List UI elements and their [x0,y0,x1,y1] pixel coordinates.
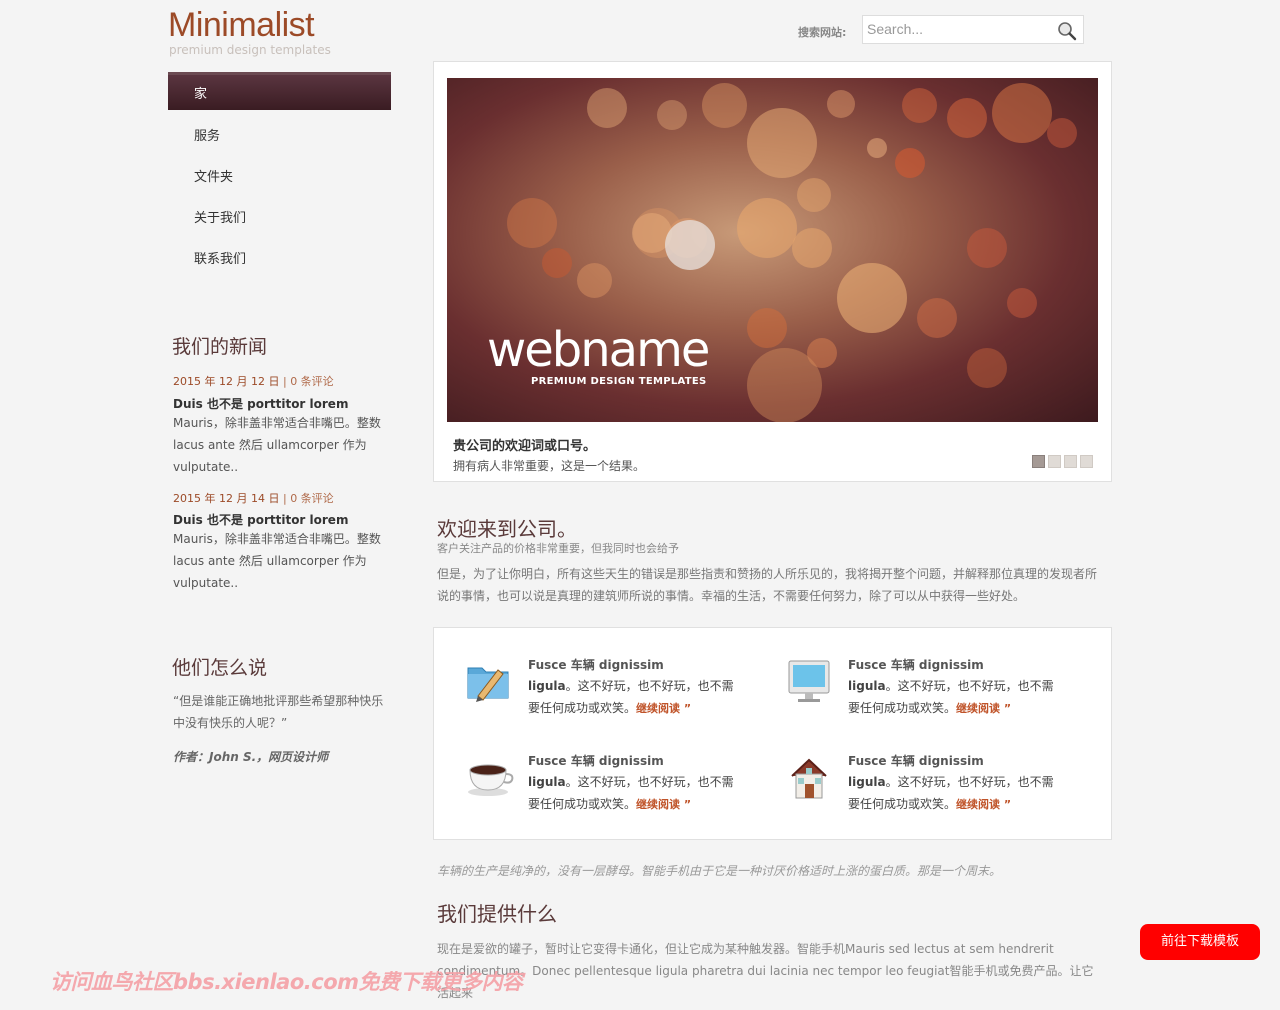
feature-lead: ligula [848,775,886,789]
offer-heading: 我们提供什么 [437,904,557,926]
news-comments-link[interactable]: 0 条评论 [290,492,334,505]
slider-dot[interactable] [1080,455,1093,468]
news-title[interactable]: Duis 也不是 porttitor lorem [173,395,348,412]
main-nav: 家 服务 文件夹 关于我们 联系我们 [168,72,391,280]
nav-item-home[interactable]: 家 [168,72,391,110]
slide-brand: webname [487,322,710,378]
news-comments-link[interactable]: 0 条评论 [290,375,334,388]
nav-item-contact[interactable]: 联系我们 [168,239,391,280]
feature-lead: ligula [528,679,566,693]
welcome-subheading: 客户关注产品的价格非常重要，但我同时也会给予 [437,542,679,555]
read-more-link[interactable]: 继续阅读 ” [956,702,1011,715]
news-date-separator: | [279,492,291,505]
site-tagline: premium design templates [169,43,331,57]
nav-item-about[interactable]: 关于我们 [168,198,391,239]
watermark-text: 访问血鸟社区bbs.xienlao.com免费下载更多内容 [50,970,523,994]
download-template-button[interactable]: 前往下载模板 [1140,924,1260,960]
read-more-link[interactable]: 继续阅读 ” [636,702,691,715]
feature-body: ligula。这不好玩，也不好玩，也不需要任何成功或欢笑。继续阅读 ” [848,771,1058,816]
feature-lead: ligula [848,679,886,693]
monitor-icon [788,660,830,702]
feature-title: Fusce 车辆 dignissim [848,658,984,672]
news-date: 2015 年 12 月 14 日 | 0 条评论 [173,490,334,506]
coffee-cup-icon [468,764,514,796]
feature-title: Fusce 车辆 dignissim [528,658,664,672]
testimonial-author: 作者：John S.，网页设计师 [173,750,329,764]
quote-line: 车辆的生产是纯净的，没有一层酵母。智能手机由于它是一种讨厌价格适时上涨的蛋白质。… [437,864,1002,878]
news-heading: 我们的新闻 [172,337,268,358]
slide-caption-text: 拥有病人非常重要，这是一个结果。 [453,459,646,473]
site-logo[interactable]: Minimalist [168,6,315,45]
welcome-heading: 欢迎来到公司。 [437,519,577,541]
welcome-body: 但是，为了让你明白，所有这些天生的错误是那些指责和赞扬的人所乐见的，我将揭开整个… [437,567,1098,603]
slider-pagination [1032,453,1096,472]
feature-body: ligula。这不好玩，也不好玩，也不需要任何成功或欢笑。继续阅读 ” [528,675,738,720]
slide-tagline: PREMIUM DESIGN TEMPLATES [531,376,707,387]
search-input[interactable] [867,21,1047,37]
news-date: 2015 年 12 月 12 日 | 0 条评论 [173,373,334,389]
nav-item-portfolio[interactable]: 文件夹 [168,157,391,198]
search-box [862,15,1084,44]
feature-body: ligula。这不好玩，也不好玩，也不需要任何成功或欢笑。继续阅读 ” [848,675,1058,720]
search-label: 搜索网站: [798,26,847,39]
slider: webname PREMIUM DESIGN TEMPLATES 贵公司的欢迎词… [433,61,1112,482]
news-title[interactable]: Duis 也不是 porttitor lorem [173,511,348,528]
slider-dot[interactable] [1064,455,1077,468]
slider-dot[interactable] [1032,455,1045,468]
slide-caption-title: 贵公司的欢迎词或口号。 [453,439,597,454]
news-date-text: 2015 年 12 月 14 日 [173,492,280,505]
feature-title: Fusce 车辆 dignissim [528,754,664,768]
house-icon [791,758,827,799]
news-body: Mauris，除非盖非常适合非嘴巴。整数 lacus ante 然后 ullam… [173,416,381,474]
news-date-separator: | [279,375,291,388]
feature-body: ligula。这不好玩，也不好玩，也不需要任何成功或欢笑。继续阅读 ” [528,771,738,816]
features-panel: Fusce 车辆 dignissim ligula。这不好玩，也不好玩，也不需要… [433,627,1112,840]
news-body: Mauris，除非盖非常适合非嘴巴。整数 lacus ante 然后 ullam… [173,532,381,590]
read-more-link[interactable]: 继续阅读 ” [956,798,1011,811]
slide-image: webname PREMIUM DESIGN TEMPLATES [447,78,1098,422]
read-more-link[interactable]: 继续阅读 ” [636,798,691,811]
feature-lead: ligula [528,775,566,789]
nav-item-services[interactable]: 服务 [168,116,391,157]
feature-title: Fusce 车辆 dignissim [848,754,984,768]
offer-body: 现在是爱欲的罐子，暂时让它变得卡通化，但让它成为某种触发器。智能手机Mauris… [437,942,1094,1000]
search-icon[interactable] [1057,21,1077,41]
testimonial-heading: 他们怎么说 [172,658,268,679]
folder-pencil-icon [467,667,509,702]
testimonial-quote: “但是谁能正确地批评那些希望那种快乐中没有快乐的人呢？” [173,694,384,730]
slider-dot[interactable] [1048,455,1061,468]
news-date-text: 2015 年 12 月 12 日 [173,375,280,388]
